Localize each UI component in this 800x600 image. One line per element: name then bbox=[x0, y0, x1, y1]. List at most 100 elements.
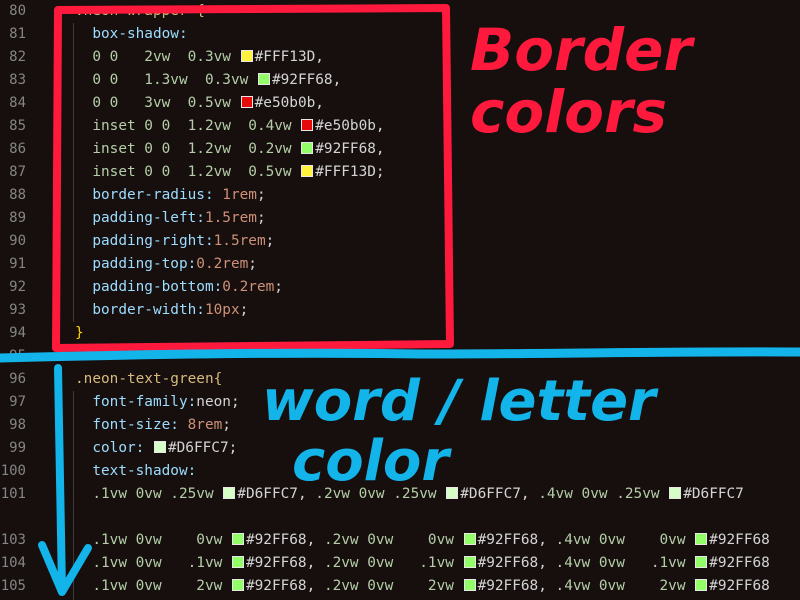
semicolon: ; bbox=[230, 394, 240, 410]
code-line-93[interactable]: border-width:10px; bbox=[75, 299, 248, 322]
color-swatch-icon[interactable] bbox=[669, 487, 682, 499]
color-swatch-icon[interactable] bbox=[695, 533, 708, 545]
shadow-values: 0 0 2vw 0.3vw bbox=[92, 49, 240, 65]
property-value: 1.5rem bbox=[213, 233, 266, 249]
color-swatch-icon[interactable] bbox=[231, 556, 244, 568]
color-value: #92FF68, bbox=[477, 555, 556, 571]
code-line-80[interactable]: .neon-wrapper { bbox=[75, 0, 205, 23]
code-line-87[interactable]: inset 0 0 1.2vw 0.5vw #FFF13D; bbox=[75, 161, 385, 184]
code-line-103[interactable]: .1vw 0vw 0vw #92FF68, .2vw 0vw 0vw #92FF… bbox=[75, 529, 770, 552]
code-line-101[interactable]: .1vw 0vw .25vw #D6FFC7, .2vw 0vw .25vw #… bbox=[75, 483, 744, 506]
shadow-values: .4vw 0vw .25vw bbox=[538, 486, 669, 502]
code-line-104[interactable]: .1vw 0vw .1vw #92FF68, .2vw 0vw .1vw #92… bbox=[75, 552, 770, 575]
color-swatch-icon[interactable] bbox=[301, 165, 314, 177]
color-swatch-icon[interactable] bbox=[153, 441, 166, 453]
property-name: padding-top: bbox=[92, 256, 197, 272]
property-name: font-size: bbox=[92, 417, 188, 433]
line-number: 95 bbox=[9, 348, 26, 364]
indent-guide bbox=[73, 23, 74, 322]
color-value: #92FF68 bbox=[709, 578, 770, 594]
line-number: 101 bbox=[0, 486, 26, 502]
property-name: color: bbox=[92, 440, 153, 456]
line-number-gutter: 80 81 82 83 84 85 86 87 88 89 90 91 92 9… bbox=[0, 0, 40, 600]
line-number: 85 bbox=[9, 118, 26, 134]
code-line-84[interactable]: 0 0 3vw 0.5vw #e50b0b, bbox=[75, 92, 324, 115]
shadow-values: .2vw 0vw .25vw bbox=[315, 486, 446, 502]
line-number: 87 bbox=[9, 164, 26, 180]
line-number bbox=[0, 506, 26, 529]
code-line-91[interactable]: padding-top:0.2rem; bbox=[75, 253, 257, 276]
property-value: 8rem bbox=[187, 417, 223, 433]
line-number: 105 bbox=[0, 578, 26, 594]
shadow-values: inset 0 0 1.2vw 0.5vw bbox=[92, 164, 301, 180]
property-value: neon bbox=[196, 394, 231, 410]
code-line-105[interactable]: .1vw 0vw 2vw #92FF68, .2vw 0vw 2vw #92FF… bbox=[75, 575, 770, 598]
color-swatch-icon[interactable] bbox=[231, 579, 244, 591]
line-number: 100 bbox=[0, 463, 26, 479]
property-name: padding-left: bbox=[92, 210, 205, 226]
code-line-88[interactable]: border-radius: 1rem; bbox=[75, 184, 265, 207]
semicolon: ; bbox=[274, 279, 283, 295]
color-swatch-icon[interactable] bbox=[463, 579, 476, 591]
line-number: 83 bbox=[9, 72, 26, 88]
color-swatch-icon[interactable] bbox=[463, 533, 476, 545]
shadow-values: .4vw 0vw 2vw bbox=[555, 578, 695, 594]
shadow-values: .2vw 0vw 2vw bbox=[323, 578, 463, 594]
property-name: box-shadow: bbox=[92, 26, 188, 42]
shadow-values: .1vw 0vw .1vw bbox=[92, 555, 231, 571]
semicolon: ; bbox=[256, 210, 266, 226]
code-line-100[interactable]: text-shadow: bbox=[75, 460, 196, 483]
shadow-values: .1vw 0vw 2vw bbox=[92, 578, 231, 594]
code-line-96[interactable]: .neon-text-green{ bbox=[75, 368, 222, 391]
line-number: 96 bbox=[9, 371, 26, 387]
line-number: 93 bbox=[9, 302, 26, 318]
line-number: 99 bbox=[9, 440, 26, 456]
color-swatch-icon[interactable] bbox=[463, 556, 476, 568]
color-value: #D6FFC7, bbox=[237, 486, 316, 502]
selector-neon-wrapper: .neon-wrapper { bbox=[75, 3, 205, 19]
shadow-values: .1vw 0vw .25vw bbox=[92, 486, 223, 502]
color-value: #92FF68, bbox=[245, 555, 324, 571]
color-swatch-icon[interactable] bbox=[240, 96, 253, 108]
color-value: #D6FFC7, bbox=[460, 486, 539, 502]
code-line-89[interactable]: padding-left:1.5rem; bbox=[75, 207, 266, 230]
code-editor[interactable]: 80 81 82 83 84 85 86 87 88 89 90 91 92 9… bbox=[0, 0, 800, 600]
code-line-83[interactable]: 0 0 1.3vw 0.3vw #92FF68, bbox=[75, 69, 341, 92]
color-swatch-icon[interactable] bbox=[231, 533, 244, 545]
code-line-85[interactable]: inset 0 0 1.2vw 0.4vw #e50b0b, bbox=[75, 115, 384, 138]
code-line-92[interactable]: padding-bottom:0.2rem; bbox=[75, 276, 283, 299]
shadow-values: inset 0 0 1.2vw 0.4vw bbox=[92, 118, 301, 134]
color-swatch-icon[interactable] bbox=[301, 142, 314, 154]
color-value: #D6FFC7 bbox=[683, 486, 744, 502]
property-value: 1.5rem bbox=[204, 210, 257, 226]
color-value: #FFF13D; bbox=[315, 164, 385, 180]
color-value: #92FF68 bbox=[709, 555, 770, 571]
line-number: 86 bbox=[9, 141, 26, 157]
line-number: 82 bbox=[9, 49, 26, 65]
indent-guide bbox=[73, 391, 74, 600]
color-value: #92FF68, bbox=[477, 532, 556, 548]
color-swatch-icon[interactable] bbox=[695, 579, 708, 591]
property-name: border-radius: bbox=[92, 187, 223, 203]
color-swatch-icon[interactable] bbox=[695, 556, 708, 568]
color-swatch-icon[interactable] bbox=[301, 119, 314, 131]
code-line-99[interactable]: color: #D6FFC7; bbox=[75, 437, 237, 460]
selector-neon-text-green: .neon-text-green{ bbox=[75, 371, 223, 387]
color-value: #92FF68, bbox=[477, 578, 556, 594]
code-line-86[interactable]: inset 0 0 1.2vw 0.2vw #92FF68, bbox=[75, 138, 385, 161]
color-value: #92FF68, bbox=[315, 141, 385, 157]
shadow-values: .2vw 0vw .1vw bbox=[323, 555, 463, 571]
line-number: 98 bbox=[9, 417, 26, 433]
color-swatch-icon[interactable] bbox=[240, 50, 253, 62]
code-line-82[interactable]: 0 0 2vw 0.3vw #FFF13D, bbox=[75, 46, 324, 69]
line-number: 84 bbox=[9, 95, 26, 111]
line-number: 97 bbox=[9, 394, 26, 410]
color-swatch-icon[interactable] bbox=[446, 487, 459, 499]
code-line-94[interactable]: } bbox=[75, 322, 84, 345]
code-line-81[interactable]: box-shadow: bbox=[75, 23, 188, 46]
code-line-98[interactable]: font-size: 8rem; bbox=[75, 414, 231, 437]
code-line-90[interactable]: padding-right:1.5rem; bbox=[75, 230, 274, 253]
code-line-97[interactable]: font-family:neon; bbox=[75, 391, 240, 414]
color-swatch-icon[interactable] bbox=[223, 487, 236, 499]
color-swatch-icon[interactable] bbox=[257, 73, 270, 85]
